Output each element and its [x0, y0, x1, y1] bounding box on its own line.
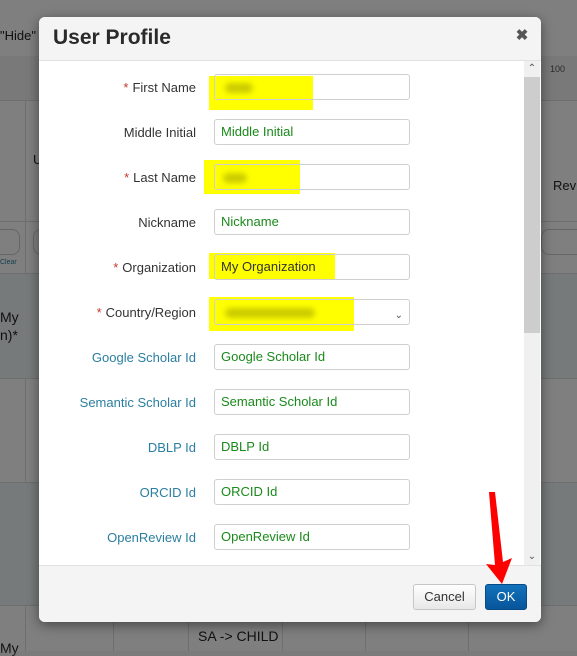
field-nickname: Nickname Nickname	[39, 209, 524, 237]
google-scholar-id-input[interactable]: Google Scholar Id	[214, 344, 410, 370]
chevron-down-icon: ⌄	[394, 310, 403, 321]
scroll-thumb[interactable]	[524, 77, 540, 333]
last-name-label: * Last Name	[124, 170, 196, 185]
dialog-scrollbar[interactable]: ⌃ ⌄	[524, 61, 540, 565]
dialog-header: User Profile ✖	[39, 17, 541, 61]
close-icon[interactable]: ✖	[515, 28, 529, 44]
field-country-region: * Country/Region ⌄	[39, 297, 524, 331]
field-organization: * Organization My Organization	[39, 253, 524, 282]
field-dblp-id: DBLP Id DBLP Id	[39, 434, 524, 462]
field-openreview-id: OpenReview Id OpenReview Id	[39, 524, 524, 552]
scroll-up-icon[interactable]: ⌃	[524, 61, 540, 77]
field-orcid-id: ORCID Id ORCID Id	[39, 479, 524, 507]
semantic-scholar-id-input[interactable]: Semantic Scholar Id	[214, 389, 410, 415]
semantic-scholar-id-link[interactable]: Semantic Scholar Id	[80, 395, 196, 410]
organization-input[interactable]: My Organization	[214, 254, 410, 280]
field-middle-initial: Middle Initial Middle Initial	[39, 119, 524, 147]
dblp-id-link[interactable]: DBLP Id	[148, 440, 196, 455]
openreview-id-link[interactable]: OpenReview Id	[107, 530, 196, 545]
google-scholar-id-link[interactable]: Google Scholar Id	[92, 350, 196, 365]
required-marker: *	[123, 80, 129, 95]
scroll-down-icon[interactable]: ⌄	[524, 549, 540, 565]
last-name-input[interactable]	[214, 164, 410, 190]
redacted-value	[225, 83, 253, 93]
first-name-label: * First Name	[123, 80, 196, 95]
dblp-id-input[interactable]: DBLP Id	[214, 434, 410, 460]
country-region-select[interactable]: ⌄	[214, 299, 410, 325]
first-name-input[interactable]	[214, 74, 410, 100]
user-profile-dialog: User Profile ✖ * First Name Middle Initia…	[39, 17, 541, 622]
dialog-title: User Profile	[53, 26, 171, 49]
cancel-button[interactable]: Cancel	[413, 584, 476, 610]
openreview-id-input[interactable]: OpenReview Id	[214, 524, 410, 550]
required-marker: *	[113, 260, 119, 275]
middle-initial-input[interactable]: Middle Initial	[214, 119, 410, 145]
orcid-id-input[interactable]: ORCID Id	[214, 479, 410, 505]
dialog-body: * First Name Middle Initial Middle Initia…	[39, 61, 541, 565]
orcid-id-link[interactable]: ORCID Id	[140, 485, 196, 500]
ok-button[interactable]: OK	[485, 584, 527, 610]
field-first-name: * First Name	[39, 74, 524, 110]
nickname-label: Nickname	[138, 215, 196, 230]
dialog-footer: Cancel OK	[39, 565, 541, 622]
required-marker: *	[124, 170, 130, 185]
redacted-value	[223, 173, 247, 183]
nickname-input[interactable]: Nickname	[214, 209, 410, 235]
country-region-label: * Country/Region	[96, 305, 196, 320]
field-semantic-scholar-id: Semantic Scholar Id Semantic Scholar Id	[39, 389, 524, 417]
required-marker: *	[96, 305, 102, 320]
organization-label: * Organization	[113, 260, 196, 275]
field-last-name: * Last Name	[39, 160, 524, 194]
field-google-scholar-id: Google Scholar Id Google Scholar Id	[39, 344, 524, 372]
redacted-value	[225, 308, 315, 318]
middle-initial-label: Middle Initial	[123, 125, 196, 140]
